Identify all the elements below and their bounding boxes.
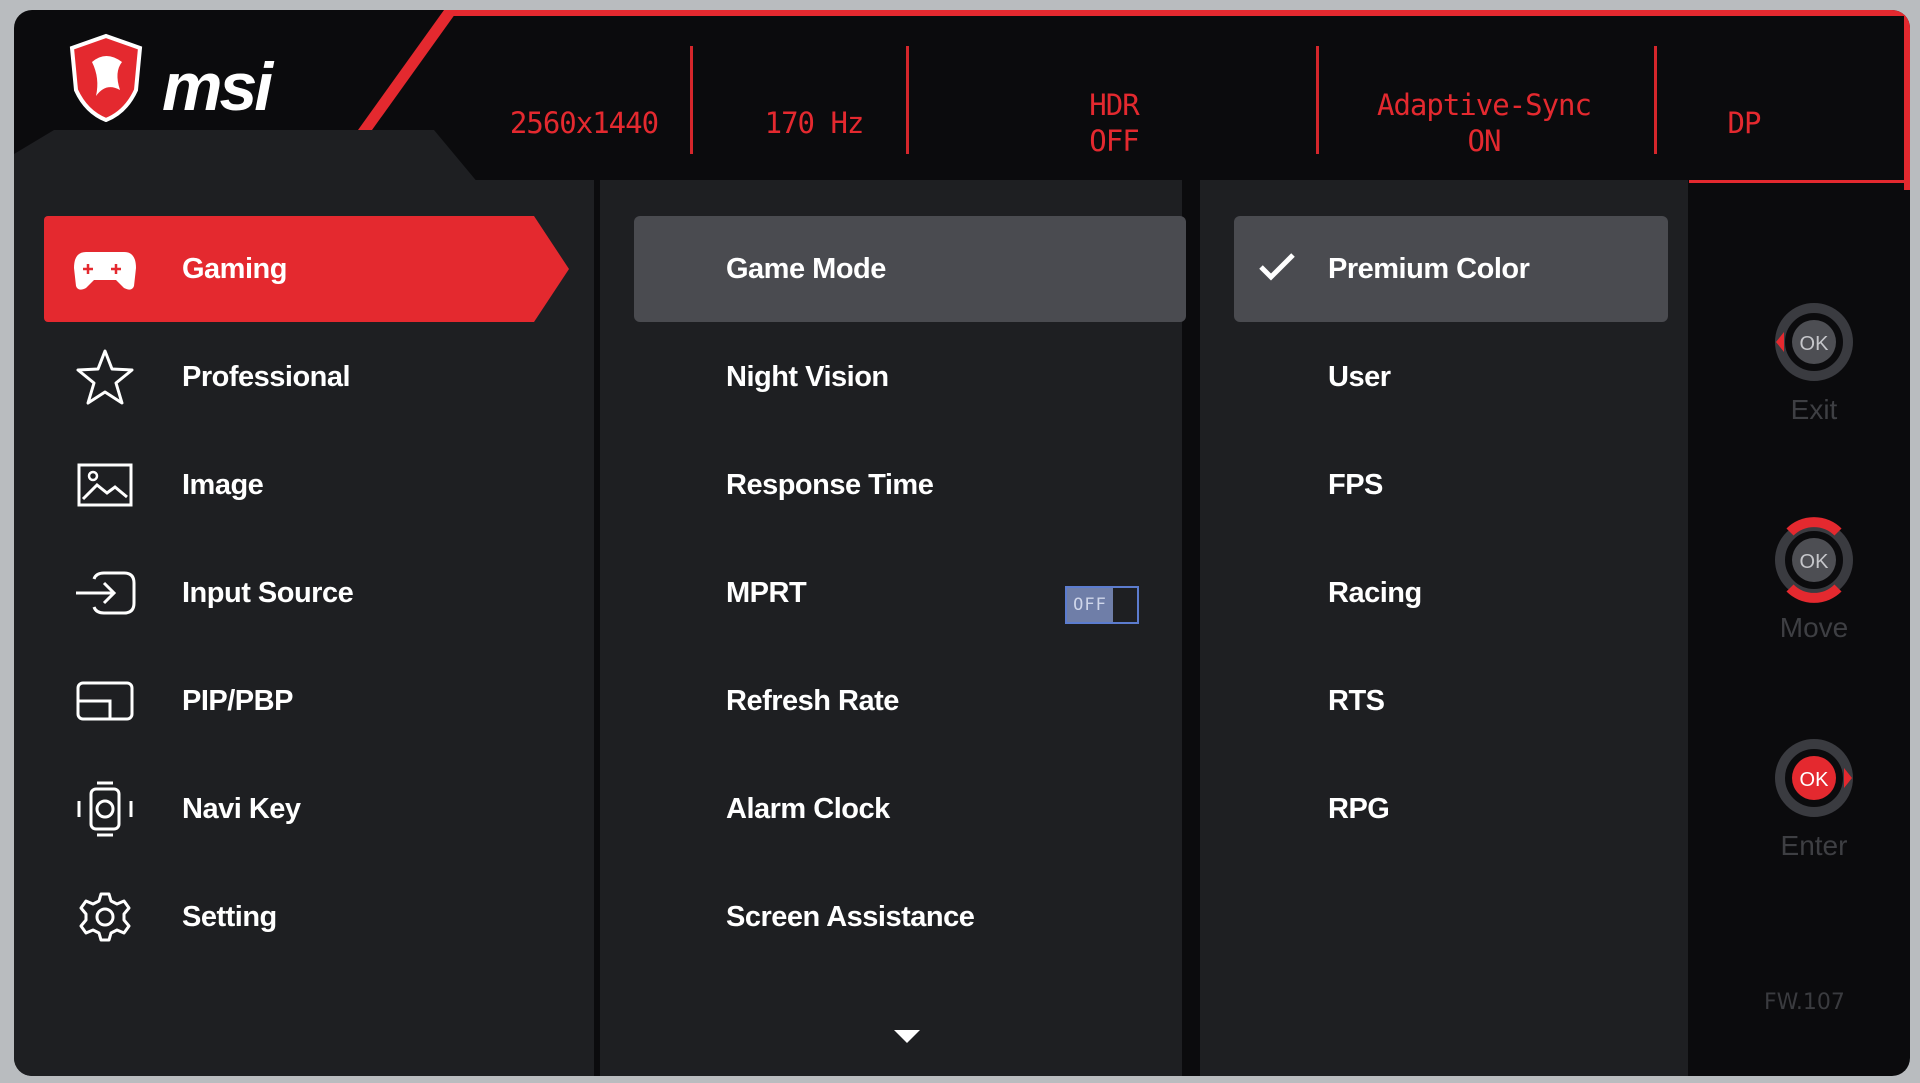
submenu-label: MPRT [726, 576, 807, 609]
refresh-text: 170 Hz [764, 106, 865, 140]
navi-key-icon [72, 781, 138, 837]
menu-label: Setting [182, 900, 277, 933]
menu-item-setting[interactable]: Setting [44, 864, 569, 970]
hint-label: Exit [1790, 394, 1838, 425]
menu-label: Input Source [182, 576, 354, 609]
dragon-shield-icon [69, 33, 143, 122]
submenu-item-game-mode[interactable]: Game Mode [634, 216, 1186, 322]
gear-icon [72, 889, 138, 945]
resolution-text: 2560x1440 [509, 106, 659, 140]
menu-label: Navi Key [182, 792, 301, 825]
input-icon [72, 565, 138, 621]
menu-item-image[interactable]: Image [44, 432, 569, 538]
navi-pad-move-icon: OK [1764, 510, 1864, 610]
input-readout: DP [1684, 68, 1804, 178]
menu-item-input-source[interactable]: Input Source [44, 540, 569, 646]
submenu-item-night-vision[interactable]: Night Vision [634, 324, 1186, 430]
submenu-item-screen-assistance[interactable]: Screen Assistance [634, 864, 1186, 970]
option-user[interactable]: User [1234, 324, 1668, 430]
submenu-label: Refresh Rate [726, 684, 899, 717]
menu-item-professional[interactable]: Professional [44, 324, 569, 430]
option-label: RPG [1328, 792, 1390, 825]
firmware-version: FW.107 [1764, 990, 1845, 1015]
menu-item-gaming[interactable]: Gaming [44, 216, 569, 322]
checkmark-icon [1259, 253, 1295, 281]
option-racing[interactable]: Racing [1234, 540, 1668, 646]
pad-ok-text: OK [1800, 551, 1830, 573]
image-icon [72, 457, 138, 513]
submenu-label: Game Mode [726, 252, 886, 285]
option-label: FPS [1328, 468, 1383, 501]
pad-ok-text: OK [1800, 333, 1830, 355]
pip-icon [72, 673, 138, 729]
hint-exit: OK Exit [1759, 292, 1869, 426]
option-label: User [1328, 360, 1391, 393]
option-label: Premium Color [1328, 252, 1530, 285]
adaptive-sync-readout: Adaptive-Sync ON [1354, 68, 1614, 178]
submenu-label: Alarm Clock [726, 792, 890, 825]
pad-ok-text: OK [1800, 769, 1830, 791]
hint-label: Enter [1780, 830, 1848, 861]
submenu-item-alarm-clock[interactable]: Alarm Clock [634, 756, 1186, 862]
input-text: DP [1727, 106, 1762, 140]
status-separator [1316, 46, 1319, 154]
hdr-value: OFF [1089, 124, 1139, 158]
option-rts[interactable]: RTS [1234, 648, 1668, 754]
adaptive-sync-label: Adaptive-Sync [1377, 88, 1592, 122]
option-fps[interactable]: FPS [1234, 432, 1668, 538]
navi-pad-exit-icon: OK [1764, 292, 1864, 392]
submenu-item-response-time[interactable]: Response Time [634, 432, 1186, 538]
submenu-label: Night Vision [726, 360, 889, 393]
submenu-item-refresh-rate[interactable]: Refresh Rate [634, 648, 1186, 754]
submenu-label: Response Time [726, 468, 934, 501]
hint-move: OK Move [1759, 510, 1869, 644]
msi-logo: msi [66, 32, 336, 125]
resolution-readout: 2560x1440 [484, 68, 684, 178]
menu-item-navi-key[interactable]: Navi Key [44, 756, 569, 862]
option-premium-color[interactable]: Premium Color [1234, 216, 1668, 322]
refresh-readout: 170 Hz [714, 68, 914, 178]
hdr-label: HDR [1089, 88, 1139, 122]
mprt-toggle-state: OFF [1067, 588, 1113, 622]
hint-enter: OK Enter [1759, 728, 1869, 862]
osd-window: msi 2560x1440 170 Hz HDR OFF Adaptive-Sy… [14, 10, 1910, 1076]
adaptive-sync-value: ON [1467, 124, 1502, 158]
status-separator [1654, 46, 1657, 154]
menu-label: PIP/PBP [182, 684, 293, 717]
menu-label: Professional [182, 360, 351, 393]
scroll-down-icon[interactable] [894, 1030, 920, 1043]
option-label: Racing [1328, 576, 1422, 609]
menu-label: Image [182, 468, 264, 501]
option-label: RTS [1328, 684, 1385, 717]
star-icon [72, 349, 138, 405]
menu-label: Gaming [182, 252, 287, 285]
status-separator [690, 46, 693, 154]
gamepad-icon [72, 241, 138, 297]
menu-item-pip-pbp[interactable]: PIP/PBP [44, 648, 569, 754]
submenu-label: Screen Assistance [726, 900, 975, 933]
mprt-toggle[interactable]: OFF [1065, 586, 1139, 624]
navi-pad-enter-icon: OK [1764, 728, 1864, 828]
hdr-readout: HDR OFF [1014, 68, 1214, 178]
hint-label: Move [1779, 612, 1849, 643]
brand-wordmark: msi [162, 49, 273, 125]
option-rpg[interactable]: RPG [1234, 756, 1668, 862]
status-separator [906, 46, 909, 154]
